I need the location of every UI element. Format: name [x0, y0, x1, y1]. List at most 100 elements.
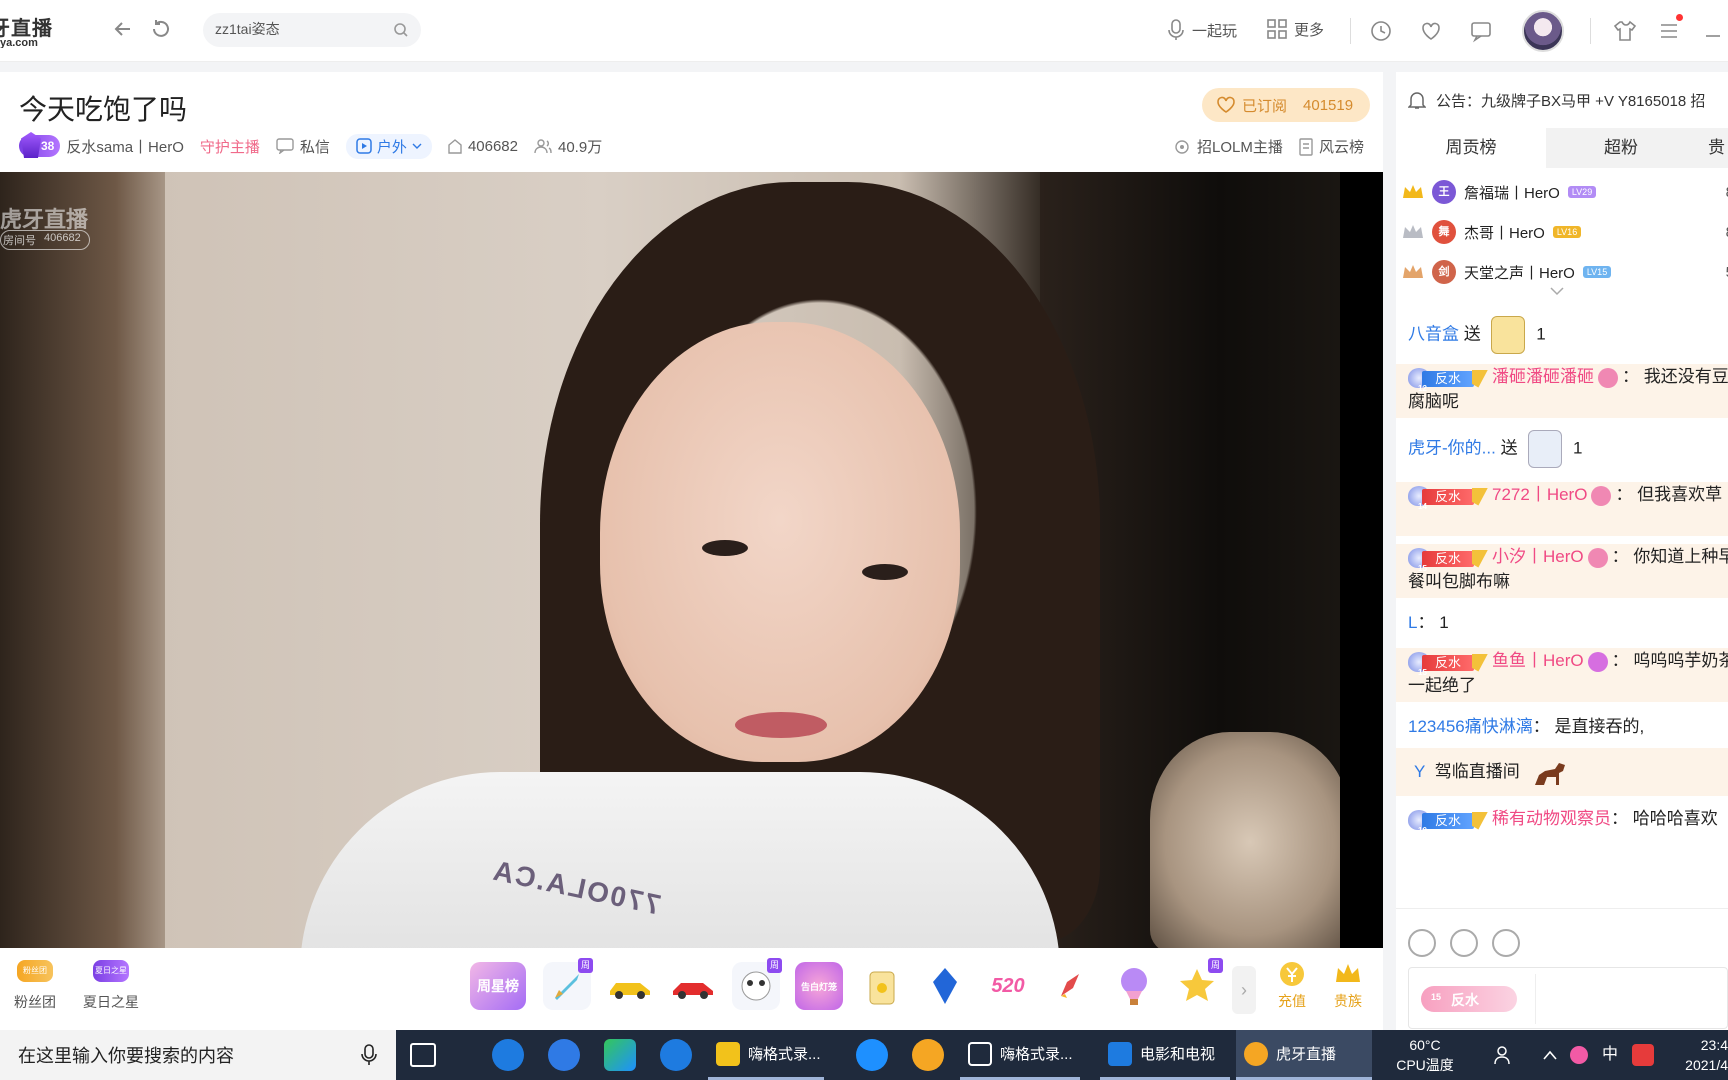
yellow-car-gift[interactable]	[606, 962, 654, 1010]
chat-user-name[interactable]: 八音盒	[1408, 324, 1459, 343]
search-box[interactable]	[203, 13, 421, 47]
chat-user-name[interactable]: 稀有动物观察员	[1492, 809, 1611, 828]
task-view-icon[interactable]	[410, 1043, 436, 1067]
room-id-value: 406682	[467, 137, 518, 155]
taskbar-search-text: 在这里输入你要搜索的内容	[18, 1046, 234, 1066]
clock-time: 23:4	[1700, 1037, 1728, 1053]
stream-video-frame: 770OLA.CA 虎牙直播 房间号 406682	[0, 172, 1340, 948]
chat-user-name[interactable]: 小汐丨HerO	[1492, 547, 1584, 566]
taskbar-search[interactable]: 在这里输入你要搜索的内容	[0, 1030, 396, 1080]
search-input[interactable]	[215, 21, 385, 37]
gem-gift[interactable]	[921, 962, 969, 1010]
taskbar-app-huya[interactable]: 虎牙直播	[1236, 1030, 1372, 1080]
category-chip[interactable]: 户外	[345, 133, 432, 159]
sticker-icon[interactable]	[1450, 929, 1478, 957]
chat-gift-message: 八音盒 送 1	[1408, 316, 1728, 354]
emoji-icon[interactable]	[1408, 929, 1436, 957]
search-icon[interactable]	[393, 22, 409, 38]
chat-user-name[interactable]: 鱼鱼丨HerO	[1492, 651, 1584, 670]
rank-list-link[interactable]: 风云榜	[1298, 136, 1364, 157]
subscribe-button[interactable]: 已订阅 401519	[1202, 88, 1370, 122]
chat-message: 123456痛快淋漓： 是直接吞的,	[1408, 717, 1645, 736]
taskbar-app-label: 电影和电视	[1140, 1046, 1216, 1063]
taskbar-app-movies[interactable]: 电影和电视	[1100, 1030, 1230, 1080]
ie-browser-icon[interactable]	[660, 1039, 692, 1071]
video-player[interactable]: 770OLA.CA 虎牙直播 房间号 406682	[0, 172, 1383, 948]
chat-input[interactable]: 15 反水	[1408, 967, 1728, 1029]
message-icon[interactable]	[1468, 18, 1494, 44]
horse-icon	[1534, 762, 1565, 785]
antivirus-icon[interactable]	[1632, 1044, 1654, 1066]
anchor-name[interactable]: 反水sama丨HerO	[66, 136, 184, 157]
summer-star-button[interactable]: 夏日之星 夏日之星	[76, 960, 146, 1012]
noble-label: 贵族	[1334, 993, 1362, 1009]
movies-icon	[1108, 1041, 1132, 1066]
fans-club-button[interactable]: 粉丝团 粉丝团	[0, 960, 70, 1012]
recharge-button[interactable]: 充值	[1268, 960, 1316, 1011]
red-car-gift[interactable]	[669, 962, 717, 1010]
chat-user-name[interactable]: 7272丨HerO	[1492, 485, 1587, 504]
back-arrow-icon[interactable]	[110, 18, 136, 44]
subscribe-heart-icon[interactable]	[1418, 18, 1444, 44]
user-avatar[interactable]	[1522, 10, 1564, 52]
sogou-icon[interactable]	[856, 1039, 888, 1071]
edge-browser-icon[interactable]	[492, 1039, 524, 1071]
fan-badge: 反水 14	[1408, 485, 1488, 511]
chat-user-name[interactable]: Y	[1414, 762, 1425, 781]
play-together-button[interactable]: 一起玩	[1166, 18, 1237, 42]
weekly-star-gift[interactable]: 周星榜	[470, 962, 526, 1010]
refresh-icon[interactable]	[148, 18, 174, 44]
k-app-icon[interactable]	[548, 1039, 580, 1071]
noble-button[interactable]: 贵族	[1324, 960, 1372, 1011]
bag-gift[interactable]	[858, 962, 906, 1010]
chat-text: 驾临直播间	[1434, 762, 1520, 781]
history-clock-icon[interactable]	[1368, 18, 1394, 44]
huya-tray-icon[interactable]	[912, 1039, 944, 1071]
expand-chevron-icon[interactable]	[1550, 286, 1564, 296]
tab-noble[interactable]: 贵	[1696, 128, 1728, 168]
watermark-room-label: 房间号	[3, 235, 36, 247]
chat-user-name[interactable]: L	[1408, 613, 1417, 632]
sword-gift[interactable]: 周	[543, 958, 593, 1010]
chat-user-name[interactable]: 123456痛快淋漓	[1408, 717, 1533, 736]
taskbar-app-recorder[interactable]: 嗨格式录...	[708, 1030, 824, 1080]
private-message-button[interactable]: 私信	[276, 136, 330, 157]
taskbar-mic-icon[interactable]	[360, 1043, 378, 1067]
confession-lamp-gift[interactable]: 告白灯笼	[795, 962, 843, 1010]
minimize-icon[interactable]	[1700, 18, 1726, 44]
tray-app-icon[interactable]	[1570, 1046, 1588, 1064]
panda-gift[interactable]: 周	[732, 958, 782, 1010]
rank-row[interactable]: 王 詹福瑞丨HerO LV29 8	[1396, 172, 1728, 212]
video-player-icon[interactable]	[604, 1039, 636, 1071]
huya-logo[interactable]: 牙直播 ya.com	[0, 12, 60, 48]
tab-weekly-contribution[interactable]: 周贡榜	[1396, 128, 1546, 168]
barrage-style-icon[interactable]	[1492, 929, 1520, 957]
recruit-link[interactable]: 招LOLM主播	[1172, 136, 1283, 157]
chat-user-name[interactable]: 虎牙-你的...	[1408, 438, 1496, 457]
fan-badge: 反水 15	[1408, 547, 1488, 573]
520-gift[interactable]: 520	[984, 962, 1032, 1010]
skin-tshirt-icon[interactable]	[1612, 18, 1638, 44]
chat-list: 八音盒 送 1 反水 12 潘砸潘砸潘砸： 我还没有豆腐脑呢 虎牙-你的... 送 …	[1396, 308, 1728, 908]
gift-bar: 粉丝团 粉丝团 夏日之星 夏日之星 周星榜 周 周 告白灯笼 520 周 › 充…	[0, 948, 1383, 1030]
more-button[interactable]: 更多	[1266, 18, 1324, 40]
gift-count: 1	[1536, 324, 1546, 344]
rank-row[interactable]: 舞 杰哥丨HerO LV16 8	[1396, 212, 1728, 252]
clock[interactable]: 23:4 2021/4	[1670, 1035, 1728, 1075]
chevron-up-icon[interactable]	[1542, 1049, 1558, 1061]
topbar-divider	[1350, 18, 1351, 44]
rocket-gift[interactable]	[1047, 962, 1095, 1010]
people-icon[interactable]	[1494, 1044, 1516, 1066]
taskbar-app-recorder-2[interactable]: 嗨格式录...	[960, 1030, 1080, 1080]
crown-icon	[1336, 964, 1360, 982]
gift-next-arrow[interactable]: ›	[1232, 966, 1256, 1014]
star-gift[interactable]: 周	[1173, 958, 1223, 1010]
menu-icon[interactable]	[1656, 18, 1682, 44]
guard-anchor-link[interactable]: 守护主播	[200, 136, 260, 157]
ime-indicator[interactable]: 中	[1598, 1045, 1622, 1065]
balloon-gift[interactable]	[1110, 962, 1158, 1010]
play-together-label: 一起玩	[1192, 22, 1238, 40]
chat-user-name[interactable]: 潘砸潘砸潘砸	[1492, 367, 1594, 386]
tab-super-fans[interactable]: 超粉	[1546, 128, 1696, 168]
input-fan-badge[interactable]: 15 反水	[1421, 986, 1517, 1012]
